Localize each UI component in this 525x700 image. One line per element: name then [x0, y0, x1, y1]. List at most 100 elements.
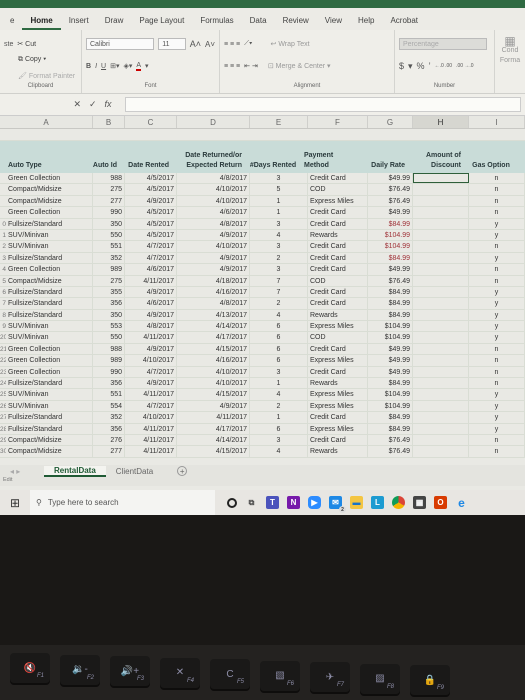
cell-date-returned[interactable]: 4/14/2017	[177, 321, 250, 332]
cell-auto-type[interactable]: Fullsize/Standard	[6, 298, 93, 309]
cell-payment-method[interactable]: Express Miles	[308, 389, 368, 400]
ribbon-tab-formulas[interactable]: Formulas	[192, 16, 241, 30]
cell-gas-option[interactable]: y	[469, 229, 525, 241]
header-date-rented[interactable]: Date Rented	[119, 141, 171, 173]
cell-payment-method[interactable]: Credit Card	[308, 298, 368, 309]
cell-daily-rate[interactable]: $84.99	[368, 309, 413, 321]
cell-payment-method[interactable]: Rewards	[308, 378, 368, 389]
windows-start-icon[interactable]: ⊞	[0, 496, 30, 510]
header-payment-method[interactable]: Payment Method	[302, 141, 362, 173]
cell-auto-type[interactable]: Green Collection	[6, 264, 93, 275]
cell-daily-rate[interactable]: $104.99	[368, 241, 413, 252]
cell-auto-type[interactable]: Fullsize/Standard	[6, 423, 93, 434]
cell-discount[interactable]	[413, 184, 469, 195]
cell-auto-type[interactable]: Compact/Midsize	[6, 434, 93, 446]
key-f6[interactable]: ▧ F6	[260, 660, 300, 691]
cell-date-returned[interactable]: 4/15/2017	[177, 446, 250, 457]
cell-auto-id[interactable]: 275	[93, 184, 125, 195]
cell-date-returned[interactable]: 4/9/2017	[177, 252, 250, 264]
cell-days-rented[interactable]: 6	[250, 343, 308, 355]
cell-date-rented[interactable]: 4/11/2017	[125, 332, 177, 343]
cell-daily-rate[interactable]: $76.49	[368, 446, 413, 457]
cell-payment-method[interactable]: Credit Card	[308, 173, 368, 184]
cell-daily-rate[interactable]: $84.99	[368, 286, 413, 298]
align-top-icon[interactable]: ≡ ≡ ≡	[224, 41, 240, 48]
cell-date-rented[interactable]: 4/5/2017	[125, 173, 177, 184]
cell-gas-option[interactable]: n	[469, 378, 525, 389]
file-explorer-icon[interactable]: ▬	[350, 496, 363, 509]
cell-payment-method[interactable]: Credit Card	[308, 264, 368, 275]
cell-auto-type[interactable]: Green Collection	[6, 207, 93, 218]
cell-days-rented[interactable]: 3	[250, 264, 308, 275]
teams-icon[interactable]: T	[266, 496, 279, 509]
cell-auto-type[interactable]: Green Collection	[6, 366, 93, 378]
cell-gas-option[interactable]: y	[469, 321, 525, 332]
cell-auto-type[interactable]: Fullsize/Standard	[6, 218, 93, 229]
key-f9[interactable]: 🔒 F9	[410, 665, 450, 695]
cell-date-returned[interactable]: 4/17/2017	[177, 423, 250, 434]
font-size-select[interactable]: 11	[158, 38, 186, 50]
cell-date-rented[interactable]: 4/9/2017	[125, 378, 177, 389]
cell-auto-id[interactable]: 277	[93, 446, 125, 457]
cell-auto-id[interactable]: 553	[93, 321, 125, 332]
cell-daily-rate[interactable]: $104.99	[368, 332, 413, 343]
cell-auto-id[interactable]: 350	[93, 218, 125, 229]
cell-days-rented[interactable]: 4	[250, 389, 308, 400]
cell-days-rented[interactable]: 6	[250, 355, 308, 366]
cell-date-returned[interactable]: 4/9/2017	[177, 229, 250, 241]
cell-gas-option[interactable]: n	[469, 195, 525, 207]
cell-auto-id[interactable]: 352	[93, 412, 125, 423]
cell-gas-option[interactable]: n	[469, 264, 525, 275]
cell-date-rented[interactable]: 4/9/2017	[125, 343, 177, 355]
header-gas-option[interactable]: Gas Option	[463, 141, 519, 173]
cell-daily-rate[interactable]: $84.99	[368, 298, 413, 309]
cell-date-returned[interactable]: 4/17/2017	[177, 332, 250, 343]
cell-days-rented[interactable]: 3	[250, 434, 308, 446]
cell-payment-method[interactable]: Credit Card	[308, 434, 368, 446]
shrink-font-button[interactable]: A˅	[205, 40, 215, 49]
header-daily-rate[interactable]: Daily Rate	[362, 141, 407, 173]
sheet-tab-clientdata[interactable]: ClientData	[106, 467, 163, 476]
ribbon-tab-help[interactable]: Help	[350, 16, 382, 30]
cell-payment-method[interactable]: Express Miles	[308, 400, 368, 412]
cell-gas-option[interactable]: y	[469, 252, 525, 264]
cell-auto-type[interactable]: Compact/Midsize	[6, 275, 93, 286]
merge-center-button[interactable]: ⊡ Merge & Center ▾	[268, 62, 331, 70]
cell-auto-id[interactable]: 554	[93, 400, 125, 412]
cell-auto-id[interactable]: 550	[93, 332, 125, 343]
cell-auto-type[interactable]: Compact/Midsize	[6, 446, 93, 457]
ribbon-tab-acrobat[interactable]: Acrobat	[382, 16, 426, 30]
conditional-formatting-button[interactable]: ▦ Cond Forma	[499, 35, 521, 66]
cell-auto-id[interactable]: 356	[93, 298, 125, 309]
orientation-icon[interactable]: ⟋▾	[244, 40, 252, 48]
header-date-returned[interactable]: Date Returned/or Expected Return	[171, 141, 244, 173]
cell-gas-option[interactable]: n	[469, 355, 525, 366]
cell-payment-method[interactable]: Credit Card	[308, 207, 368, 218]
key-f5[interactable]: C F5	[210, 659, 250, 689]
cell-payment-method[interactable]: Express Miles	[308, 423, 368, 434]
ribbon-tab-review[interactable]: Review	[275, 16, 317, 30]
cell-discount[interactable]	[413, 264, 469, 275]
cell-date-returned[interactable]: 4/9/2017	[177, 264, 250, 275]
cell-gas-option[interactable]: y	[469, 298, 525, 309]
paste-button[interactable]: ste	[4, 41, 13, 48]
cell-days-rented[interactable]: 3	[250, 366, 308, 378]
key-f7[interactable]: ✈ F7	[310, 662, 350, 692]
cell-auto-id[interactable]: 551	[93, 389, 125, 400]
cell-daily-rate[interactable]: $76.49	[368, 275, 413, 286]
ribbon-tab-data[interactable]: Data	[242, 16, 275, 30]
cell-daily-rate[interactable]: $84.99	[368, 252, 413, 264]
cell-discount[interactable]	[413, 298, 469, 309]
cell-auto-id[interactable]: 356	[93, 378, 125, 389]
cell-days-rented[interactable]: 5	[250, 184, 308, 195]
cell-discount[interactable]	[413, 275, 469, 286]
cell-gas-option[interactable]: n	[469, 207, 525, 218]
cell-discount[interactable]	[413, 332, 469, 343]
cell-days-rented[interactable]: 6	[250, 423, 308, 434]
cell-days-rented[interactable]: 2	[250, 298, 308, 309]
add-sheet-button[interactable]: +	[177, 466, 188, 476]
format-painter-button[interactable]: 🖌 Format Painter	[18, 72, 75, 80]
chrome-icon[interactable]	[392, 496, 405, 509]
cell-auto-id[interactable]: 551	[93, 241, 125, 252]
taskbar-search[interactable]: ⚲ Type here to search	[30, 490, 215, 515]
